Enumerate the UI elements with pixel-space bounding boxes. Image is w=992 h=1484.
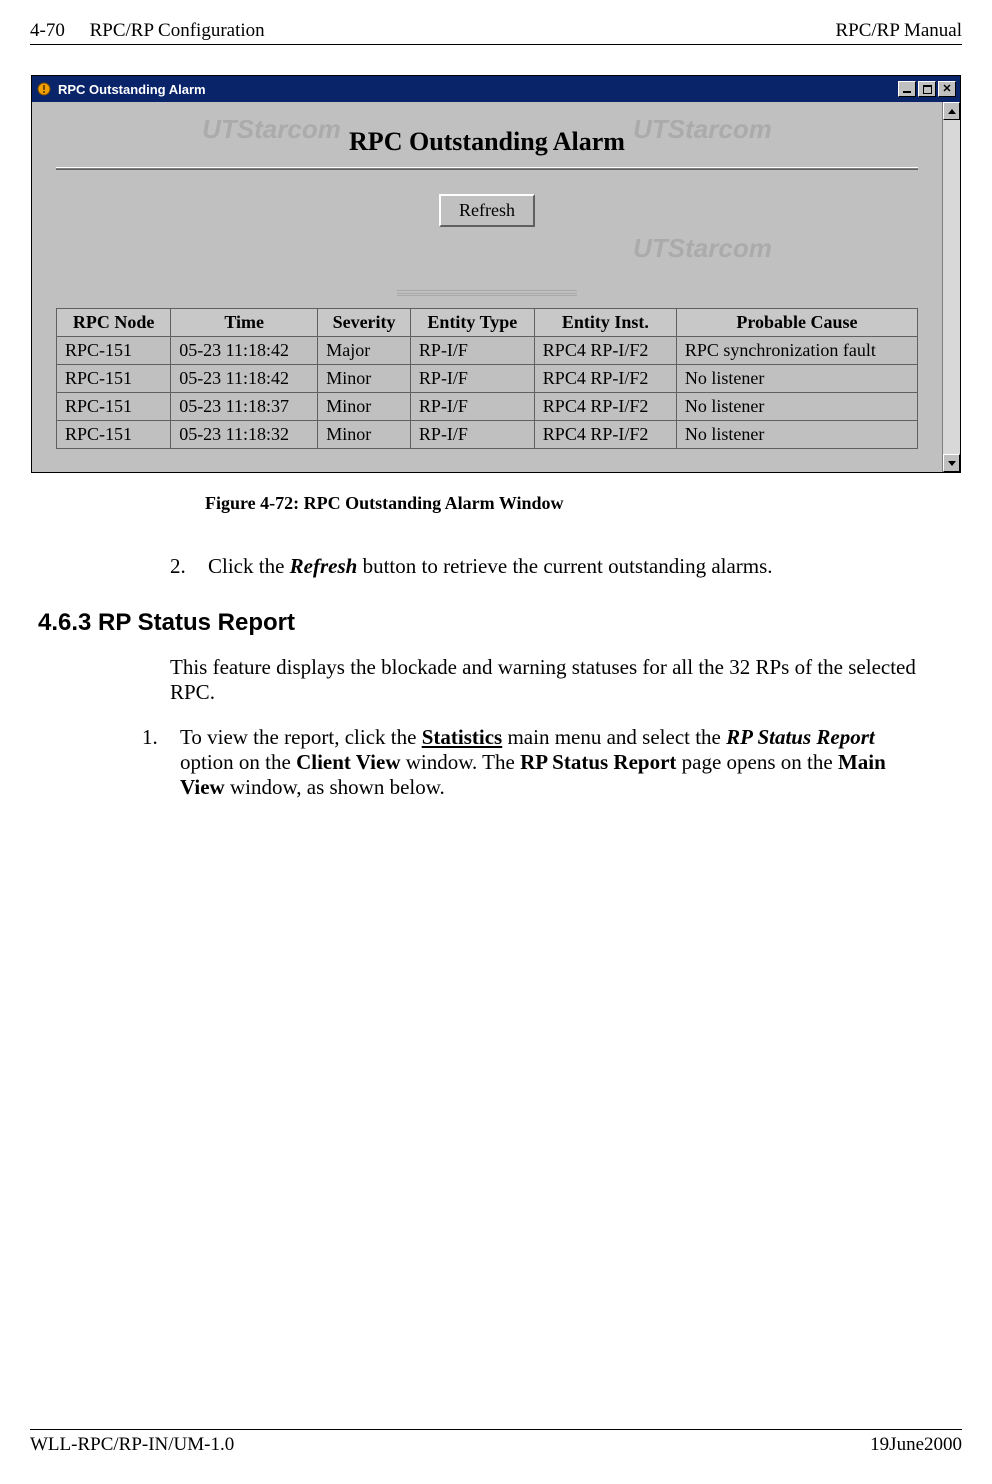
watermark-text: UTStarcom (633, 233, 772, 264)
step-text: option on the (180, 750, 296, 774)
maximize-button[interactable] (918, 81, 936, 97)
section-name: RPC/RP Configuration (90, 20, 265, 41)
cell-severity: Minor (318, 365, 411, 393)
watermark-row: UTStarcom UTStarcom (56, 233, 918, 264)
cell-entity-type: RP-I/F (410, 393, 534, 421)
col-severity: Severity (318, 309, 411, 337)
cell-node: RPC-151 (57, 393, 171, 421)
scroll-up-button[interactable] (943, 102, 960, 120)
cell-entity-inst: RPC4 RP-I/F2 (534, 421, 676, 449)
footer-left: WLL-RPC/RP-IN/UM-1.0 (30, 1434, 234, 1456)
step-1: 1. To view the report, click the Statist… (142, 725, 932, 800)
cell-entity-inst: RPC4 RP-I/F2 (534, 337, 676, 365)
menu-ref: Statistics (422, 725, 503, 749)
watermark-row: UTStarcom UTStarcom (56, 114, 918, 145)
window-content: UTStarcom UTStarcom RPC Outstanding Alar… (32, 102, 942, 472)
page-footer: WLL-RPC/RP-IN/UM-1.0 19June2000 (30, 1429, 962, 1456)
cell-time: 05-23 11:18:32 (171, 421, 318, 449)
cell-entity-type: RP-I/F (410, 365, 534, 393)
app-icon (36, 81, 52, 97)
step-number: 1. (142, 725, 180, 800)
chevron-up-icon (948, 109, 956, 114)
vertical-scrollbar[interactable] (942, 102, 960, 472)
window-title: RPC Outstanding Alarm (58, 82, 206, 97)
page-number: 4-70 (30, 20, 65, 41)
step-text: page opens on the (676, 750, 838, 774)
cell-cause: No listener (676, 365, 917, 393)
table-row[interactable]: RPC-151 05-23 11:18:42 Minor RP-I/F RPC4… (57, 365, 918, 393)
scroll-down-button[interactable] (943, 454, 960, 472)
scroll-track[interactable] (943, 120, 960, 454)
col-cause: Probable Cause (676, 309, 917, 337)
window-titlebar[interactable]: RPC Outstanding Alarm ✕ (32, 76, 960, 102)
cell-time: 05-23 11:18:42 (171, 365, 318, 393)
watermark-text: UTStarcom (202, 114, 341, 145)
cell-cause: RPC synchronization fault (676, 337, 917, 365)
minimize-button[interactable] (898, 81, 916, 97)
col-node: RPC Node (57, 309, 171, 337)
cell-entity-type: RP-I/F (410, 337, 534, 365)
table-row[interactable]: RPC-151 05-23 11:18:42 Major RP-I/F RPC4… (57, 337, 918, 365)
step-text: main menu and select the (502, 725, 726, 749)
step-2: 2. Click the Refresh button to retrieve … (170, 554, 932, 579)
step-text: Click the (208, 554, 290, 578)
figure-caption: Figure 4-72: RPC Outstanding Alarm Windo… (205, 493, 962, 514)
cell-entity-inst: RPC4 RP-I/F2 (534, 393, 676, 421)
window-ref: Client View (296, 750, 400, 774)
alarm-table: RPC Node Time Severity Entity Type Entit… (56, 308, 918, 449)
table-row[interactable]: RPC-151 05-23 11:18:37 Minor RP-I/F RPC4… (57, 393, 918, 421)
page-header: 4-70 RPC/RP Configuration RPC/RP Manual (30, 20, 962, 45)
table-row[interactable]: RPC-151 05-23 11:18:32 Minor RP-I/F RPC4… (57, 421, 918, 449)
refresh-button[interactable]: Refresh (439, 194, 535, 227)
close-button[interactable]: ✕ (938, 81, 956, 97)
cell-severity: Minor (318, 393, 411, 421)
cell-entity-inst: RPC4 RP-I/F2 (534, 365, 676, 393)
step-text: window. The (400, 750, 520, 774)
col-entity-inst: Entity Inst. (534, 309, 676, 337)
cell-cause: No listener (676, 421, 917, 449)
cell-time: 05-23 11:18:42 (171, 337, 318, 365)
alarm-window: RPC Outstanding Alarm ✕ UTStarcom UTStar… (31, 75, 961, 473)
step-number: 2. (170, 554, 208, 579)
refresh-ref: Refresh (290, 554, 358, 578)
cell-node: RPC-151 (57, 365, 171, 393)
table-header-row: RPC Node Time Severity Entity Type Entit… (57, 309, 918, 337)
cell-cause: No listener (676, 393, 917, 421)
step-text: To view the report, click the (180, 725, 422, 749)
step-text: button to retrieve the current outstandi… (357, 554, 772, 578)
cell-time: 05-23 11:18:37 (171, 393, 318, 421)
cell-severity: Major (318, 337, 411, 365)
col-time: Time (171, 309, 318, 337)
manual-name: RPC/RP Manual (835, 20, 962, 42)
cell-severity: Minor (318, 421, 411, 449)
cell-node: RPC-151 (57, 421, 171, 449)
decorative-bars (397, 290, 577, 296)
horizontal-rule (56, 167, 918, 170)
cell-entity-type: RP-I/F (410, 421, 534, 449)
chevron-down-icon (948, 461, 956, 466)
section-heading: 4.6.3 RP Status Report (38, 609, 962, 637)
option-ref: RP Status Report (726, 725, 875, 749)
intro-paragraph: This feature displays the blockade and w… (170, 655, 932, 705)
footer-right: 19June2000 (870, 1434, 962, 1456)
page-ref: RP Status Report (520, 750, 676, 774)
cell-node: RPC-151 (57, 337, 171, 365)
step-text: window, as shown below. (225, 775, 445, 799)
watermark-text: UTStarcom (633, 114, 772, 145)
col-entity-type: Entity Type (410, 309, 534, 337)
